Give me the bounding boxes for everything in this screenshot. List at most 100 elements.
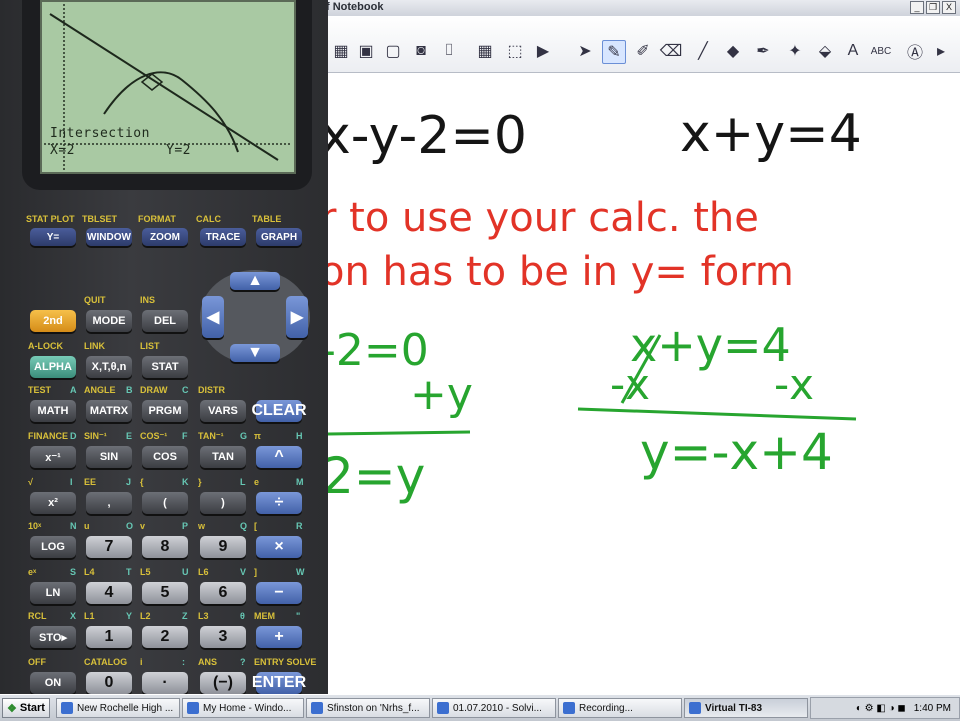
key-0[interactable]: 0 [86,672,132,694]
key-trace[interactable]: TRACE [200,228,246,246]
key-8[interactable]: 8 [142,536,188,558]
key-clear[interactable]: CLEAR [251,400,307,422]
key-mode[interactable]: MODE [86,310,132,332]
key-window[interactable]: WINDOW [86,228,132,246]
handwriting-icon[interactable]: ABC [870,40,892,62]
shapes-icon[interactable]: ◆ [722,40,744,62]
right-arrow-key[interactable]: ▶ [286,296,308,338]
key-open-paren[interactable]: ( [142,492,188,514]
key-cos[interactable]: COS [142,446,188,468]
key-2[interactable]: 2 [142,626,188,648]
key-log[interactable]: LOG [30,536,76,558]
start-button[interactable]: ❖ Start [2,698,50,718]
select-arrow-icon[interactable]: ➤ [574,40,596,62]
key-7[interactable]: 7 [86,536,132,558]
key-3[interactable]: 3 [200,626,246,648]
magic-pen-icon[interactable]: ✒ [752,40,774,62]
taskbar-item[interactable]: 01.07.2010 - Solvi... [432,698,556,718]
key-decimal[interactable]: · [142,672,188,694]
up-arrow-key[interactable]: ▲ [230,272,280,290]
key-vars[interactable]: VARS [200,400,246,422]
key-4[interactable]: 4 [86,582,132,604]
creative-pen-icon[interactable]: ✐ [632,40,654,62]
properties-icon[interactable]: Ⓐ [904,40,926,62]
taskbar-item[interactable]: New Rochelle High ... [56,698,180,718]
calculator-keypad: ▲ ▼ ◀ ▶ STAT PLOT TBLSET FORMAT CALC TABLE Y=… [0,200,328,694]
recorder-icon[interactable]: ▶ [532,40,554,62]
key-add[interactable]: + [256,626,302,648]
key-negative[interactable]: (−) [200,672,246,694]
screen-shade-icon[interactable]: ▢ [382,40,404,62]
key-2nd[interactable]: 2nd [30,310,76,332]
key-enter[interactable]: ENTER [252,672,306,694]
key-ln[interactable]: LN [30,582,76,604]
key-divide[interactable]: ÷ [256,492,302,514]
taskbar-item[interactable]: Sfinston on 'Nrhs_f... [306,698,430,718]
camera-icon[interactable]: ◙ [410,40,432,62]
app-icon [311,702,323,714]
label-alpha-w: W [296,567,305,577]
label-tan: TAN⁻¹ [198,431,224,441]
key-del[interactable]: DEL [142,310,188,332]
document-camera-icon[interactable]: ⌷ [438,40,460,62]
restore-button[interactable]: ❐ [926,1,940,14]
label-key: [ [254,521,257,531]
key-on[interactable]: ON [30,672,76,694]
label-key: π [254,431,261,441]
key-power[interactable]: ^ [256,446,302,468]
key-subtract[interactable]: − [256,582,302,604]
taskbar-item-label: New Rochelle High ... [77,702,174,714]
virtual-ti83-calculator[interactable]: Intersection X=2 Y=2 ▲ ▼ ◀ ▶ STAT PLOT TB… [0,0,328,694]
windows-logo-icon: ❖ [7,702,17,715]
key-y[interactable]: Y= [30,228,76,246]
taskbar-item[interactable]: My Home - Windo... [182,698,304,718]
text-icon[interactable]: A [842,40,864,62]
label-link: LINK [84,341,105,351]
gallery-icon[interactable]: ▦ [330,40,352,62]
key-x-t-n[interactable]: X,T,θ,n [86,356,132,378]
key-tan[interactable]: TAN [200,446,246,468]
ink-equation-2: x+y=4 [680,104,862,164]
key-square[interactable]: x² [30,492,76,514]
toolbar-more-icon[interactable]: ▸ [930,40,952,62]
insert-icon[interactable]: ⬚ [504,40,526,62]
label-test: TEST [28,385,52,395]
key-matrx[interactable]: MATRX [86,400,132,422]
screen-x-value: X=2 [50,143,75,158]
key-stat[interactable]: STAT [142,356,188,378]
taskbar-item[interactable]: Virtual TI-83 [684,698,808,718]
key-comma[interactable]: , [86,492,132,514]
key-6[interactable]: 6 [200,582,246,604]
key-graph[interactable]: GRAPH [256,228,302,246]
attachment-icon[interactable]: ▣ [355,40,377,62]
close-button[interactable]: X [942,1,956,14]
key-1[interactable]: 1 [86,626,132,648]
pen-icon[interactable]: ✎ [602,40,626,64]
key-sin[interactable]: SIN [86,446,132,468]
down-arrow-key[interactable]: ▼ [230,344,280,362]
key-close-paren[interactable]: ) [200,492,246,514]
left-arrow-key[interactable]: ◀ [202,296,224,338]
key-prgm[interactable]: PRGM [142,400,188,422]
app-icon [187,702,199,714]
minimize-button[interactable]: _ [910,1,924,14]
eraser-icon[interactable]: ⌫ [660,40,683,62]
key-zoom[interactable]: ZOOM [142,228,188,246]
key-multiply[interactable]: × [256,536,302,558]
line-icon[interactable]: ╱ [692,40,714,62]
key-alpha[interactable]: ALPHA [30,356,76,378]
taskbar-item[interactable]: Recording... [558,698,682,718]
label-stat-plot: STAT PLOT [26,214,75,224]
ink-green-underline-right [577,407,857,421]
key-math[interactable]: MATH [30,400,76,422]
key-inverse[interactable]: x⁻¹ [30,446,76,468]
arrow-pad[interactable]: ▲ ▼ ◀ ▶ [200,270,310,364]
fill-icon[interactable]: ⬙ [814,40,836,62]
key-5[interactable]: 5 [142,582,188,604]
key-9[interactable]: 9 [200,536,246,558]
label-alpha-k: K [182,477,189,487]
magic-wand-icon[interactable]: ✦ [784,40,806,62]
label-alpha-z: Z [182,611,188,621]
table-icon[interactable]: ▦ [474,40,496,62]
key-sto[interactable]: STO▸ [30,626,76,648]
